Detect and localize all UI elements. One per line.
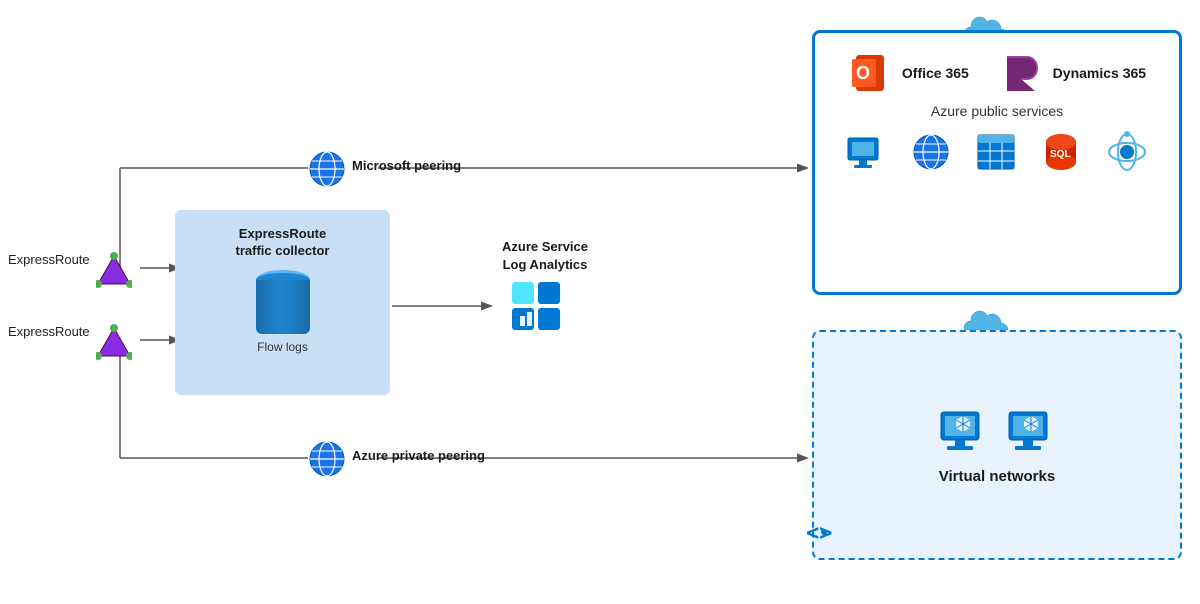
svg-text:<>: <> [806, 521, 833, 546]
azure-storage-icon [976, 133, 1016, 176]
office365-label: Office 365 [902, 65, 969, 81]
expressroute-label-1: ExpressRoute [8, 252, 90, 267]
virtual-networks-box: Virtual networks [812, 330, 1182, 560]
office365-item: O Office 365 [848, 51, 969, 95]
microsoft-peering-globe-icon [308, 150, 346, 193]
azure-public-box: O Office 365 Dynamics 365 Azure public s… [812, 30, 1182, 295]
virtual-networks-title: Virtual networks [939, 468, 1055, 485]
expressroute-label-2: ExpressRoute [8, 324, 90, 339]
diagram: ExpressRoute ExpressRoute Microsoft p [0, 0, 1200, 604]
office365-icon: O [848, 51, 892, 95]
dynamics365-item: Dynamics 365 [999, 51, 1146, 95]
azure-vm-icon [846, 136, 886, 174]
traffic-collector-title: ExpressRoutetraffic collector [236, 226, 330, 260]
traffic-collector-box: ExpressRoutetraffic collector Flow logs [175, 210, 390, 395]
microsoft-peering-label: Microsoft peering [352, 158, 461, 173]
vnet-icons-row [937, 406, 1057, 458]
azure-sql-icon: SQL [1041, 132, 1081, 177]
vnet-icon-1 [937, 406, 989, 458]
log-analytics-label: Azure ServiceLog Analytics [490, 238, 600, 274]
expressroute-triangle-2 [96, 324, 132, 360]
azure-bottom-row: SQL [833, 131, 1161, 178]
flow-logs-label: Flow logs [257, 340, 308, 354]
expressroute-triangle-1 [96, 252, 132, 288]
api-icon: <> [806, 518, 842, 551]
log-analytics-icon [510, 280, 566, 341]
svg-text:O: O [856, 63, 870, 83]
svg-text:SQL: SQL [1050, 149, 1071, 160]
dynamics365-icon [999, 51, 1043, 95]
azure-network-icon [911, 132, 951, 177]
vnet-icon-2 [1005, 406, 1057, 458]
cylinder-icon [256, 270, 310, 334]
cylinder-wrap: Flow logs [256, 270, 310, 354]
azure-private-peering-globe-icon [308, 440, 346, 483]
azure-public-services-title: Azure public services [833, 103, 1161, 119]
azure-private-peering-label: Azure private peering [352, 448, 485, 463]
dynamics365-label: Dynamics 365 [1053, 65, 1146, 81]
azure-cdn-icon [1106, 131, 1148, 178]
azure-top-row: O Office 365 Dynamics 365 [833, 51, 1161, 95]
